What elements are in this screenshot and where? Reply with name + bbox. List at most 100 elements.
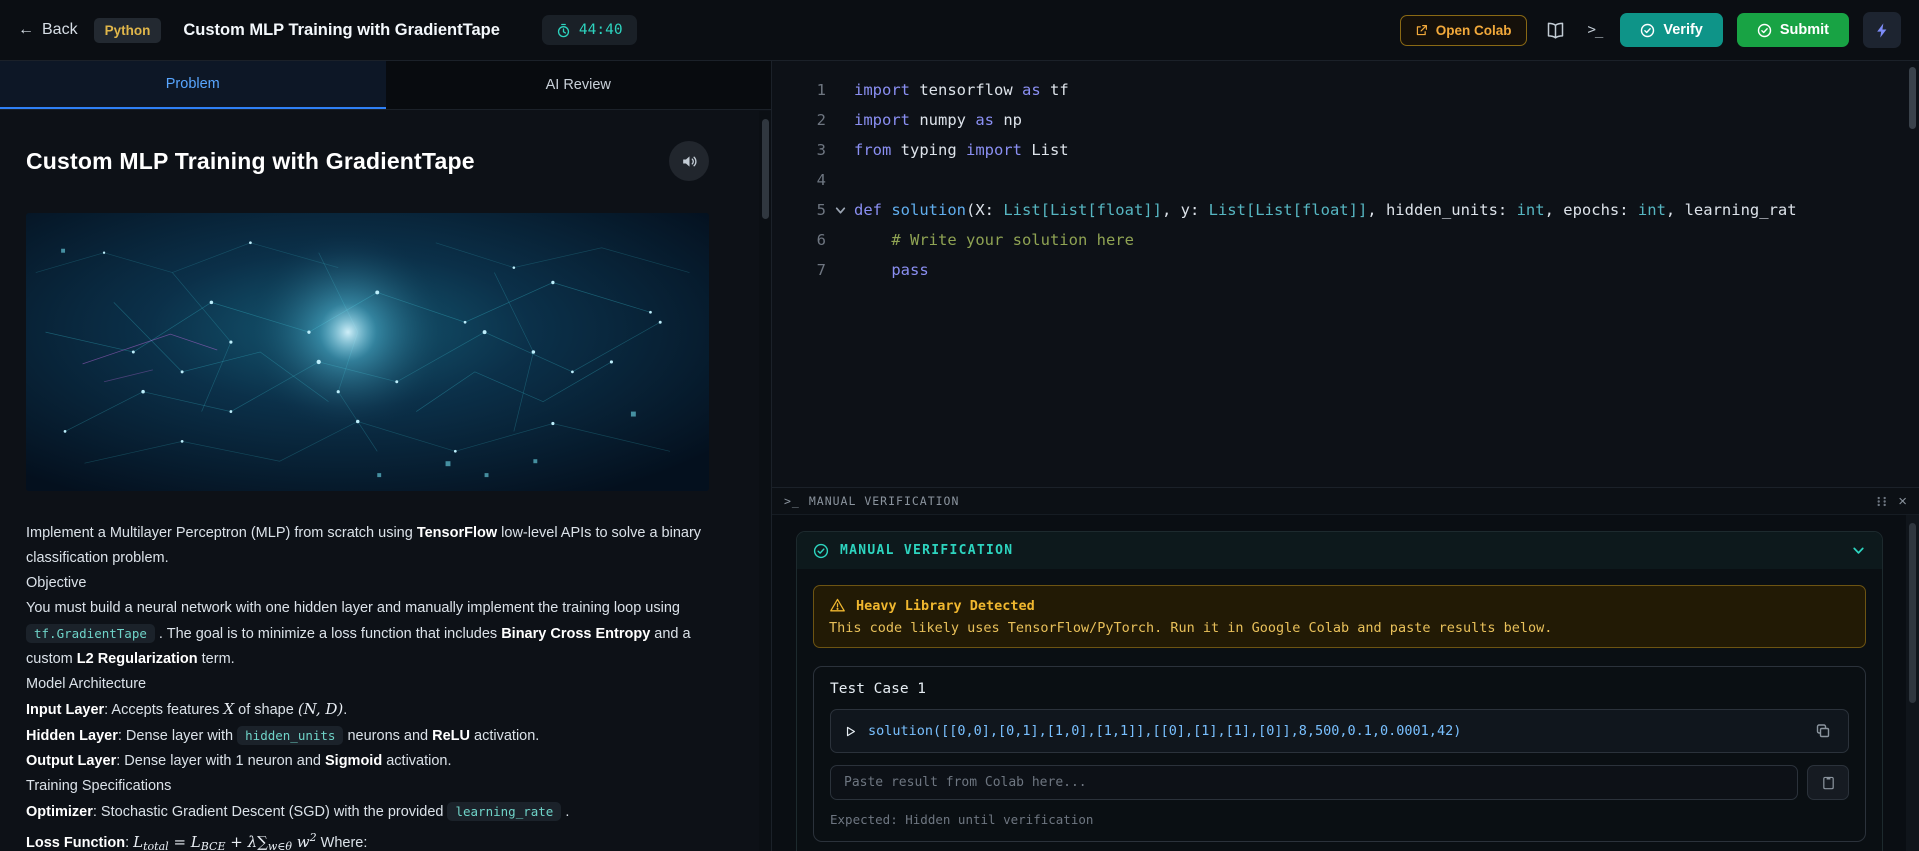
- editor-scrollbar-thumb[interactable]: [1909, 67, 1916, 129]
- terminal-header: >_ MANUAL VERIFICATION ×: [772, 488, 1919, 515]
- result-input[interactable]: [830, 765, 1798, 800]
- editor-scrollbar[interactable]: [1906, 61, 1919, 487]
- submit-button[interactable]: Submit: [1736, 13, 1849, 47]
- problem-hero-image: [26, 213, 709, 491]
- problem-paragraph: Input Layer: Accepts features X of shape…: [26, 700, 348, 718]
- submit-label: Submit: [1779, 22, 1829, 38]
- copy-call-button[interactable]: [1811, 719, 1835, 743]
- verification-body: MANUAL VERIFICATION Heavy Library Detect…: [772, 515, 1919, 851]
- code-line[interactable]: 3 from typing import List: [772, 135, 1919, 165]
- back-button[interactable]: ← Back: [18, 21, 78, 39]
- test-case-call: solution([[0,0],[0,1],[1,0],[1,1]],[[0],…: [868, 723, 1462, 739]
- timer-value: 44:40: [578, 22, 623, 38]
- manual-verification-title: MANUAL VERIFICATION: [840, 543, 1014, 558]
- play-icon: [844, 725, 857, 738]
- verification-scrollbar[interactable]: [1906, 515, 1919, 851]
- docs-book-button[interactable]: [1541, 16, 1570, 45]
- problem-panel: Problem AI Review Custom MLP Training wi…: [0, 61, 772, 851]
- line-number: 2: [816, 111, 826, 129]
- verification-scrollbar-thumb[interactable]: [1909, 523, 1916, 703]
- code-editor[interactable]: 1 import tensorflow as tf 2 import numpy as…: [772, 61, 1919, 487]
- check-circle-icon: [1640, 23, 1655, 38]
- expected-note: Expected: Hidden until verification: [830, 812, 1094, 827]
- line-number: 3: [816, 141, 826, 159]
- timer-chip: 44:40: [541, 15, 637, 45]
- heavy-library-warning: Heavy Library Detected This code likely …: [813, 585, 1866, 648]
- problem-scrollbar-thumb[interactable]: [761, 119, 769, 219]
- power-actions-button[interactable]: [1863, 12, 1901, 48]
- copy-icon: [1815, 723, 1831, 739]
- check-circle-icon: [813, 543, 829, 559]
- language-badge: Python: [93, 17, 162, 43]
- manual-verification-card: MANUAL VERIFICATION Heavy Library Detect…: [796, 531, 1883, 851]
- warning-title: Heavy Library Detected: [856, 597, 1035, 614]
- stopwatch-icon: [556, 23, 571, 38]
- problem-paragraph: Implement a Multilayer Perceptron (MLP) …: [26, 525, 702, 566]
- topbar: ← Back Python Custom MLP Training with G…: [0, 0, 1919, 61]
- test-case-call-row: solution([[0,0],[0,1],[1,0],[1,1]],[[0],…: [830, 709, 1849, 753]
- drag-handle-icon[interactable]: [1876, 496, 1889, 507]
- manual-verification-toggle[interactable]: MANUAL VERIFICATION: [797, 532, 1882, 569]
- line-number: 5: [816, 201, 826, 219]
- code-text: pass: [891, 261, 929, 279]
- verify-label: Verify: [1663, 22, 1703, 38]
- book-icon: [1545, 20, 1566, 41]
- problem-paragraph: You must build a neural network with one…: [26, 600, 691, 667]
- code-line[interactable]: 2 import numpy as np: [772, 105, 1919, 135]
- read-aloud-button[interactable]: [669, 141, 709, 181]
- verify-button[interactable]: Verify: [1620, 13, 1723, 47]
- code-line[interactable]: 7 pass: [772, 255, 1919, 285]
- code-text: from typing import List: [854, 141, 1069, 159]
- problem-body: Implement a Multilayer Perceptron (MLP) …: [26, 521, 709, 851]
- fold-chevron-icon[interactable]: [826, 195, 854, 225]
- problem-paragraph: Objective: [26, 575, 87, 591]
- problem-title: Custom MLP Training with GradientTape: [26, 147, 475, 174]
- tab-problem[interactable]: Problem: [0, 61, 386, 109]
- code-text: def solution(X: List[List[float]], y: Li…: [854, 201, 1797, 219]
- line-number: 4: [816, 171, 826, 189]
- result-input-row: [830, 765, 1849, 800]
- problem-paragraph: Loss Function: Ltotal = LBCE + λ∑w∈θ w2 …: [26, 831, 368, 851]
- test-case-card: Test Case 1 solution([[0,0],[0,1],[1,0],…: [813, 666, 1866, 842]
- warning-text: This code likely uses TensorFlow/PyTorch…: [829, 620, 1553, 636]
- warning-triangle-icon: [829, 597, 846, 614]
- problem-content: Custom MLP Training with GradientTape Im…: [0, 111, 759, 851]
- main-split: Problem AI Review Custom MLP Training wi…: [0, 61, 1919, 851]
- editor-panel: 1 import tensorflow as tf 2 import numpy as…: [772, 61, 1919, 851]
- left-tabs: Problem AI Review: [0, 61, 771, 110]
- line-number: 6: [816, 231, 826, 249]
- paste-result-button[interactable]: [1807, 765, 1849, 800]
- code-line[interactable]: 5 def solution(X: List[List[float]], y: L…: [772, 195, 1919, 225]
- mv-body: Heavy Library Detected This code likely …: [797, 569, 1882, 851]
- close-icon: ×: [1898, 492, 1907, 510]
- app-window: ← Back Python Custom MLP Training with G…: [0, 0, 1919, 851]
- close-terminal-button[interactable]: ×: [1898, 494, 1907, 509]
- line-number: 7: [816, 261, 826, 279]
- code-line[interactable]: 1 import tensorflow as tf: [772, 75, 1919, 105]
- back-arrow-icon: ←: [18, 21, 34, 38]
- lightning-bolt-icon: [1874, 22, 1891, 39]
- tab-ai-review[interactable]: AI Review: [386, 61, 772, 109]
- terminal-prompt-icon: >_: [784, 494, 800, 508]
- code-line[interactable]: 4: [772, 165, 1919, 195]
- challenge-title: Custom MLP Training with GradientTape: [183, 20, 500, 39]
- problem-paragraph: Hidden Layer: Dense layer with hidden_un…: [26, 726, 540, 745]
- terminal-toggle-button[interactable]: >_: [1584, 18, 1607, 42]
- problem-paragraph: Output Layer: Dense layer with 1 neuron …: [26, 753, 452, 769]
- code-line[interactable]: 6 # Write your solution here: [772, 225, 1919, 255]
- code-area: 1 import tensorflow as tf 2 import numpy as…: [772, 75, 1919, 285]
- open-colab-button[interactable]: Open Colab: [1399, 14, 1527, 46]
- problem-scrollbar[interactable]: [759, 111, 771, 851]
- tab-problem-label: Problem: [165, 76, 220, 92]
- problem-paragraph: Training Specifications: [26, 778, 172, 794]
- chevron-down-icon: [1851, 543, 1866, 558]
- clipboard-icon: [1821, 775, 1836, 790]
- external-link-icon: [1415, 24, 1428, 37]
- check-circle-icon: [1757, 23, 1772, 38]
- code-text: # Write your solution here: [891, 231, 1134, 249]
